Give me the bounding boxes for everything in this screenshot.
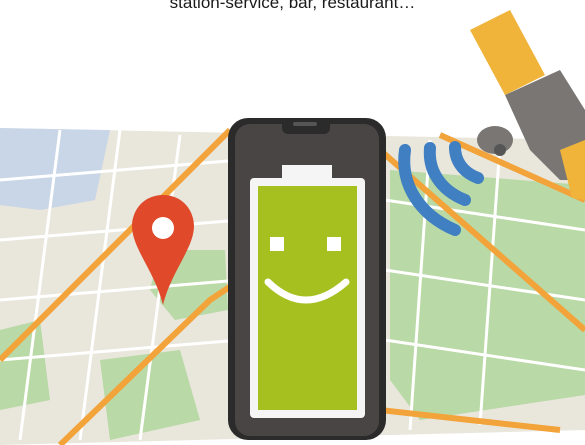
illustration: [0, 10, 585, 445]
smiling-battery-icon: [250, 165, 365, 418]
